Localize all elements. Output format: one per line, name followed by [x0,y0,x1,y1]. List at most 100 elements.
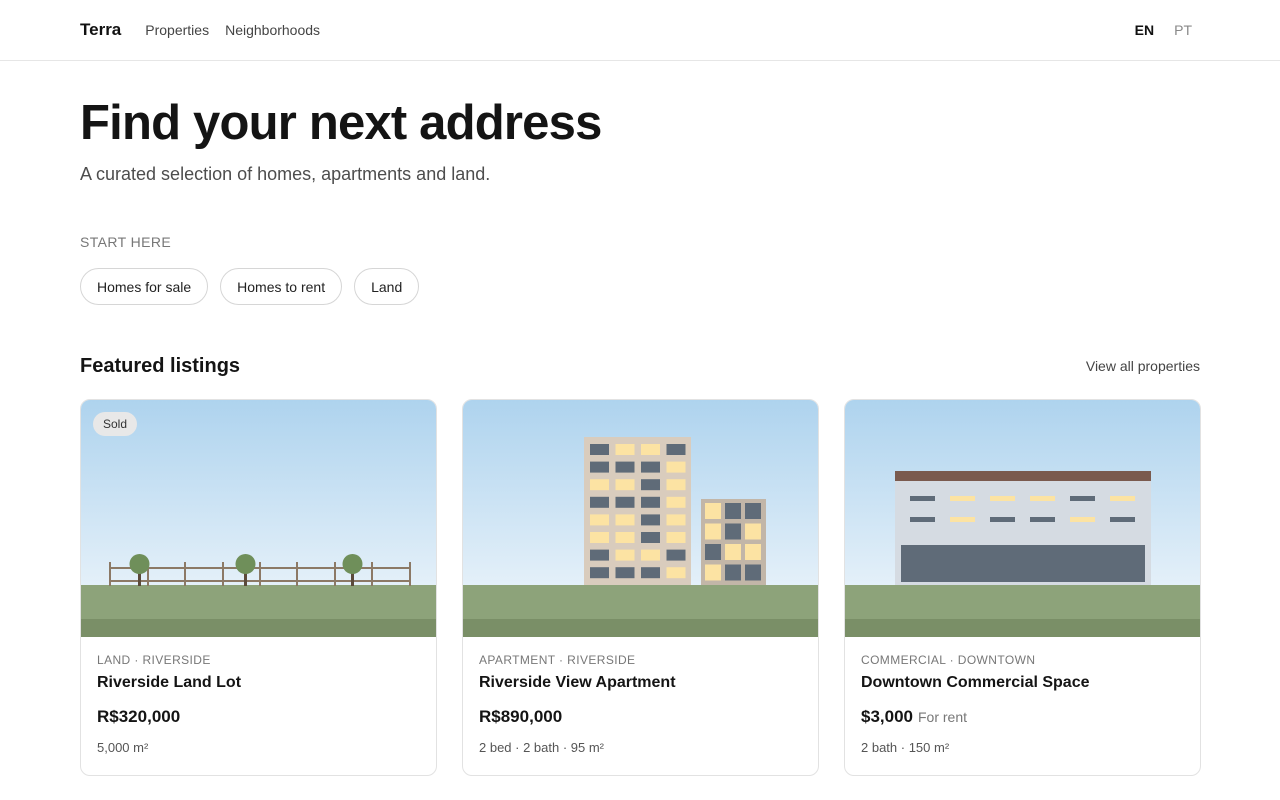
building-window [590,549,609,561]
listing-price: R$320,000 [97,707,181,726]
listing-price-row: $3,000 For rent [861,707,1184,727]
building-window [615,479,635,491]
language-option-pt[interactable]: PT [1174,22,1192,38]
building-window [590,532,609,543]
building-window [590,567,609,579]
building-window [641,496,660,508]
brand-logo-link[interactable]: Terra [80,20,121,40]
listing-category: LAND · RIVERSIDE [97,653,211,667]
building-window [590,461,609,473]
building-window [590,479,609,491]
building-window [725,503,741,519]
top-navigation-bar: Terra Properties Neighborhoods EN PT [0,0,1280,61]
building-window [725,523,741,540]
apartment-building-illustration [463,400,818,637]
building-window [950,517,975,522]
language-switcher: EN PT [1135,0,1192,60]
building-window [615,567,635,579]
building-window [590,514,609,526]
building-window [1070,517,1095,522]
grass [845,585,1200,619]
start-here-label: START HERE [80,234,172,250]
building-window [615,514,635,526]
building-window [615,496,635,508]
building-window [705,544,721,560]
chip-homes-to-rent[interactable]: Homes to rent [220,268,343,305]
status-badge: Sold [93,412,138,436]
listing-details: 5,000 m² [97,740,149,755]
language-option-en[interactable]: EN [1135,22,1154,38]
listing-card-riverside-land-lot[interactable]: Sold LAND · RIVERSIDE Riverside Land Lot… [80,399,437,776]
listing-title: Riverside View Apartment [479,674,676,691]
listing-category: APARTMENT · RIVERSIDE [479,653,636,667]
listing-card-riverside-view-apartment[interactable]: APARTMENT · RIVERSIDE Riverside View Apa… [462,399,819,776]
building-window [1030,496,1055,501]
storefront [901,545,1145,582]
building-window [1110,517,1135,522]
tall-apartment-tower [584,437,691,586]
listing-category: COMMERCIAL · DOWNTOWN [861,653,1036,667]
building-window [745,544,761,560]
building-window [641,514,660,526]
commercial-building [895,471,1151,586]
building-window [590,496,609,508]
featured-listings-header: Featured listings View all properties [80,352,1200,380]
building-window [590,444,609,455]
listing-price: $3,000 [861,707,913,726]
listing-card-downtown-commercial-space[interactable]: COMMERCIAL · DOWNTOWN Downtown Commercia… [844,399,1201,776]
commercial-svg [845,400,1200,637]
building-window [990,517,1015,522]
hero-subtitle: A curated selection of homes, apartments… [80,164,491,184]
building-window [990,496,1015,501]
building-window [725,564,741,581]
start-here-section: START HERE Homes for sale Homes to rent … [0,185,1280,305]
building-window [615,461,635,473]
building-window [615,532,635,543]
building-window [1070,496,1095,501]
building-window [1030,517,1055,522]
roof-trim [895,471,1151,481]
nav-link-neighborhoods[interactable]: Neighborhoods [225,22,320,38]
building-window [725,544,741,560]
hero-title: Find your next address [80,96,602,150]
chip-land[interactable]: Land [354,268,420,305]
building-window [666,444,686,455]
listing-details: 2 bath · 150 m² [861,740,950,755]
grass-shadow [845,619,1200,637]
grass-shadow [81,619,436,637]
chip-homes-for-sale[interactable]: Homes for sale [80,268,209,305]
listing-card-body: LAND · RIVERSIDE Riverside Land Lot R$32… [81,637,436,755]
building-window [615,444,635,455]
building-window [910,517,935,522]
short-apartment-block [701,499,766,586]
building-window [666,514,686,526]
building-window [666,479,686,491]
building-window [950,496,975,501]
building-window [641,532,660,543]
grass [463,585,818,619]
listing-price-row: R$890,000 [479,707,802,727]
building-window [666,461,686,473]
grass [81,585,436,619]
land-lot-svg [81,400,436,637]
listing-details: 2 bed · 2 bath · 95 m² [479,740,605,755]
building-window [1110,496,1135,501]
building-window [641,479,660,491]
building-window [745,523,761,540]
building-window [641,549,660,561]
view-all-properties-link[interactable]: View all properties [1086,358,1200,374]
building-window [745,564,761,581]
featured-listings-title: Featured listings [80,354,241,377]
nav-link-properties[interactable]: Properties [145,22,209,38]
listing-cards: Sold LAND · RIVERSIDE Riverside Land Lot… [80,399,1201,776]
building-window [705,503,721,519]
listing-price-row: R$320,000 [97,707,420,727]
listing-card-body: COMMERCIAL · DOWNTOWN Downtown Commercia… [845,637,1200,755]
listing-price: R$890,000 [479,707,563,726]
building-window [705,523,721,540]
building-window [641,444,660,455]
building-window [666,567,686,579]
listing-card-body: APARTMENT · RIVERSIDE Riverside View Apa… [463,637,818,755]
listing-title: Riverside Land Lot [97,674,242,691]
building-window [666,496,686,508]
